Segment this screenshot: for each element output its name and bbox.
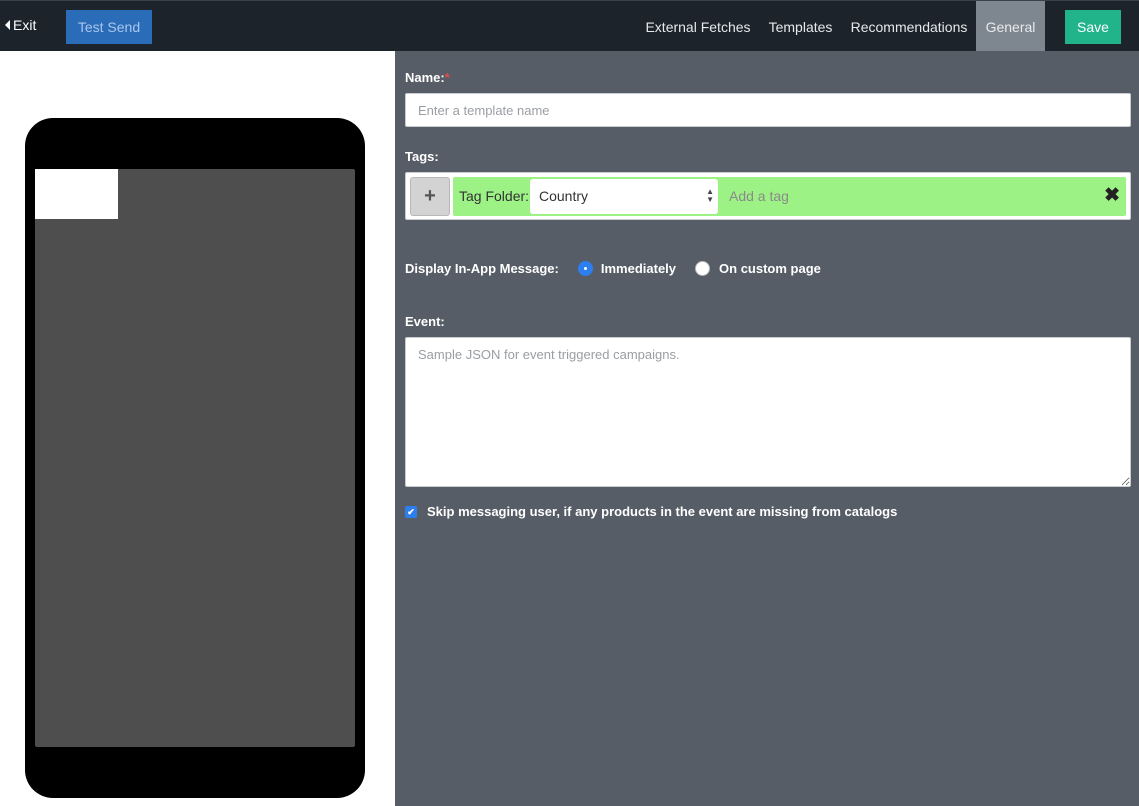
required-mark: * xyxy=(444,70,450,85)
settings-form: Name:* Tags: + Tag Folder: Country ▲▼ Ad… xyxy=(395,51,1139,806)
phone-screen xyxy=(35,169,355,747)
tag-folder-row: Tag Folder: Country ▲ ▼ Add a tag ✖ xyxy=(453,177,1126,216)
exit-label: Exit xyxy=(13,17,37,33)
radio-immediately[interactable] xyxy=(577,261,593,276)
tab-external-fetches[interactable]: External Fetches xyxy=(637,1,759,52)
custom-page-label[interactable]: On custom page xyxy=(719,261,821,276)
skip-option[interactable]: ✔ Skip messaging user, if any products i… xyxy=(405,504,897,519)
caret-left-icon xyxy=(5,20,10,30)
test-send-button[interactable]: Test Send xyxy=(66,10,152,44)
event-json-textarea[interactable] xyxy=(405,337,1131,487)
event-label: Event: xyxy=(405,314,445,329)
save-button[interactable]: Save xyxy=(1065,10,1121,44)
template-name-input[interactable] xyxy=(405,93,1131,127)
preview-panel xyxy=(0,51,395,806)
radio-custom-page[interactable] xyxy=(695,261,711,276)
select-arrows-icon: ▲ ▼ xyxy=(706,187,714,204)
exit-button[interactable]: Exit xyxy=(5,17,36,33)
tags-label: Tags: xyxy=(405,149,439,164)
add-tag-folder-button[interactable]: + xyxy=(410,177,450,216)
display-options: Display In-App Message: Immediately On c… xyxy=(405,261,821,276)
message-preview-block xyxy=(35,169,118,219)
immediately-label[interactable]: Immediately xyxy=(601,261,676,276)
add-tag-input[interactable]: Add a tag xyxy=(729,188,789,204)
tab-general[interactable]: General xyxy=(976,1,1045,52)
phone-frame xyxy=(25,118,365,798)
display-label: Display In-App Message: xyxy=(405,261,559,276)
top-toolbar: Exit Test Send External Fetches Template… xyxy=(0,0,1139,52)
tab-recommendations[interactable]: Recommendations xyxy=(842,1,976,52)
tags-field: + Tag Folder: Country ▲ ▼ Add a tag ✖ xyxy=(405,172,1131,220)
tag-folder-select[interactable]: Country ▲ ▼ xyxy=(530,179,718,214)
tag-folder-label: Tag Folder: xyxy=(459,188,530,204)
tag-folder-value: Country xyxy=(539,188,589,204)
skip-label: Skip messaging user, if any products in … xyxy=(427,504,898,519)
name-label: Name:* xyxy=(405,70,450,85)
tab-templates[interactable]: Templates xyxy=(759,1,842,52)
skip-checkbox[interactable]: ✔ xyxy=(405,505,417,518)
remove-tag-folder-icon[interactable]: ✖ xyxy=(1104,184,1120,207)
